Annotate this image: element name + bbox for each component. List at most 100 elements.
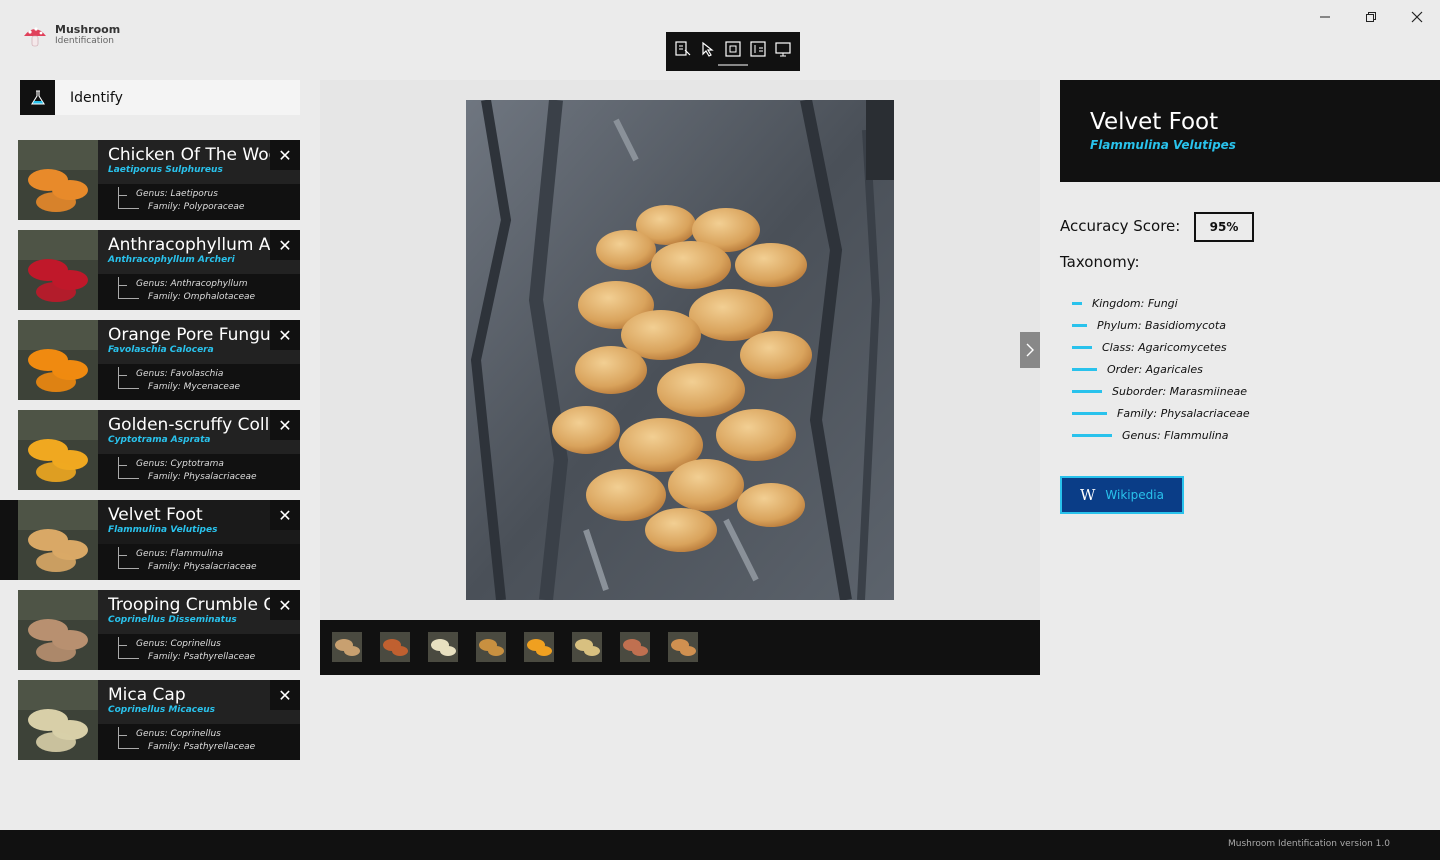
mushroom-family: Family: Physalacriaceae [148, 472, 257, 482]
gallery-thumbnail[interactable] [668, 632, 698, 662]
tree-connector [118, 367, 139, 389]
pointer-tool-icon[interactable] [698, 39, 718, 59]
mushroom-genus: Genus: Flammulina [136, 549, 224, 559]
mushroom-info: Velvet Foot Flammulina Velutipes Genus: … [98, 500, 300, 580]
taxonomy-bar [1072, 323, 1087, 327]
taxonomy-item: Suborder: Marasmiineae [1072, 384, 1247, 398]
select-tool-icon[interactable] [673, 39, 693, 59]
mushroom-genus: Genus: Favolaschia [136, 369, 224, 379]
restore-button[interactable] [1348, 6, 1394, 28]
mushroom-common-name: Golden-scruffy Collybia [108, 415, 272, 435]
close-icon: ✕ [278, 235, 292, 255]
remove-button[interactable]: ✕ [270, 410, 300, 440]
mushroom-family: Family: Polyporaceae [148, 202, 245, 212]
taxonomy-text: Kingdom: Fungi [1092, 296, 1178, 310]
mushroom-scientific-name: Favolaschia Calocera [108, 345, 214, 355]
mushroom-info: Chicken Of The Woods Laetiporus Sulphure… [98, 140, 300, 220]
mushroom-common-name: Chicken Of The Woods [108, 145, 272, 165]
wikipedia-label: Wikipedia [1105, 488, 1164, 502]
taxonomy-item: Phylum: Basidiomycota [1072, 318, 1226, 332]
gallery-thumbnail[interactable] [620, 632, 650, 662]
tree-connector [118, 727, 139, 749]
mushroom-genus: Genus: Anthracophyllum [136, 279, 248, 289]
minimize-icon [1320, 16, 1330, 18]
taxonomy-text: Genus: Flammulina [1122, 428, 1229, 442]
gallery-thumbnail[interactable] [572, 632, 602, 662]
remove-button[interactable]: ✕ [270, 140, 300, 170]
mushroom-card[interactable]: Orange Pore Fungus Favolaschia Calocera … [0, 320, 300, 400]
gallery-thumbnail[interactable] [476, 632, 506, 662]
image-viewer [320, 80, 1040, 620]
detail-header: Velvet Foot Flammulina Velutipes [1060, 80, 1440, 182]
mushroom-common-name: Anthracophyllum Archeri [108, 235, 272, 255]
screen-tool-icon[interactable] [773, 39, 793, 59]
mushroom-thumbnail [18, 410, 98, 490]
mushroom-scientific-name: Laetiporus Sulphureus [108, 165, 223, 175]
wikipedia-button[interactable]: W Wikipedia [1060, 476, 1184, 514]
gallery-thumbnail[interactable] [428, 632, 458, 662]
close-icon: ✕ [278, 415, 292, 435]
taxonomy-item: Family: Physalacriaceae [1072, 406, 1250, 420]
next-image-button[interactable] [1020, 332, 1040, 368]
mushroom-card[interactable]: Golden-scruffy Collybia Cyptotrama Aspra… [0, 410, 300, 490]
mushroom-info: Mica Cap Coprinellus Micaceus Genus: Cop… [98, 680, 300, 760]
app-logo-icon [22, 24, 48, 48]
tree-connector [118, 187, 139, 209]
remove-button[interactable]: ✕ [270, 680, 300, 710]
mushroom-family: Family: Psathyrellaceae [148, 652, 256, 662]
gallery-thumbnail[interactable] [380, 632, 410, 662]
mushroom-card[interactable]: Chicken Of The Woods Laetiporus Sulphure… [0, 140, 300, 220]
taxonomy-item: Genus: Flammulina [1072, 428, 1229, 442]
identify-label: Identify [70, 89, 123, 106]
close-icon: ✕ [278, 505, 292, 525]
mushroom-common-name: Velvet Foot [108, 505, 203, 525]
mushroom-scientific-name: Cyptotrama Asprata [108, 435, 211, 445]
taxonomy-item: Kingdom: Fungi [1072, 296, 1178, 310]
taxonomy-text: Class: Agaricomycetes [1102, 340, 1227, 354]
accuracy-label: Accuracy Score: [1060, 217, 1181, 235]
mushroom-scientific-name: Coprinellus Disseminatus [108, 615, 237, 625]
minimize-button[interactable] [1302, 6, 1348, 28]
gallery-thumbnail[interactable] [332, 632, 362, 662]
mushroom-photo [466, 100, 894, 600]
taxonomy-text: Suborder: Marasmiineae [1112, 384, 1247, 398]
taxonomy-bar [1072, 301, 1082, 305]
taxonomy-item: Order: Agaricales [1072, 362, 1203, 376]
mushroom-family: Family: Psathyrellaceae [148, 742, 256, 752]
close-icon: ✕ [278, 595, 292, 615]
mushroom-card[interactable]: Velvet Foot Flammulina Velutipes Genus: … [0, 500, 300, 580]
wikipedia-icon: W [1080, 486, 1096, 504]
mushroom-thumbnail [18, 140, 98, 220]
mushroom-scientific-name: Anthracophyllum Archeri [108, 255, 235, 265]
restore-icon [1366, 12, 1376, 22]
mushroom-info: Trooping Crumble Cap Coprinellus Dissemi… [98, 590, 300, 670]
mushroom-scientific-name: Coprinellus Micaceus [108, 705, 215, 715]
taxonomy-bar [1072, 345, 1092, 349]
tree-connector [118, 637, 139, 659]
frame-tool-icon[interactable] [723, 39, 743, 59]
remove-button[interactable]: ✕ [270, 590, 300, 620]
gallery-thumbnail[interactable] [524, 632, 554, 662]
remove-button[interactable]: ✕ [270, 230, 300, 260]
version-text: Mushroom Identification version 1.0 [1227, 839, 1390, 849]
mushroom-genus: Genus: Coprinellus [136, 729, 221, 739]
mushroom-card[interactable]: Anthracophyllum Archeri Anthracophyllum … [0, 230, 300, 310]
mushroom-common-name: Orange Pore Fungus [108, 325, 272, 345]
taxonomy-bar [1072, 411, 1107, 415]
inspect-tool-icon[interactable] [748, 39, 768, 59]
close-icon: ✕ [278, 685, 292, 705]
taxonomy-label: Taxonomy: [1060, 253, 1140, 271]
mushroom-family: Family: Mycenaceae [148, 382, 241, 392]
mushroom-card[interactable]: Mica Cap Coprinellus Micaceus Genus: Cop… [0, 680, 300, 760]
remove-button[interactable]: ✕ [270, 500, 300, 530]
mushroom-thumbnail [18, 680, 98, 760]
chevron-right-icon [1026, 343, 1034, 357]
mushroom-card[interactable]: Trooping Crumble Cap Coprinellus Dissemi… [0, 590, 300, 670]
taxonomy-text: Family: Physalacriaceae [1117, 406, 1250, 420]
debug-toolbar [666, 32, 800, 71]
remove-button[interactable]: ✕ [270, 320, 300, 350]
taxonomy-bar [1072, 433, 1112, 437]
close-window-button[interactable] [1394, 6, 1440, 28]
toolbar-handle[interactable] [718, 64, 748, 66]
identify-button[interactable]: Identify [20, 80, 300, 115]
